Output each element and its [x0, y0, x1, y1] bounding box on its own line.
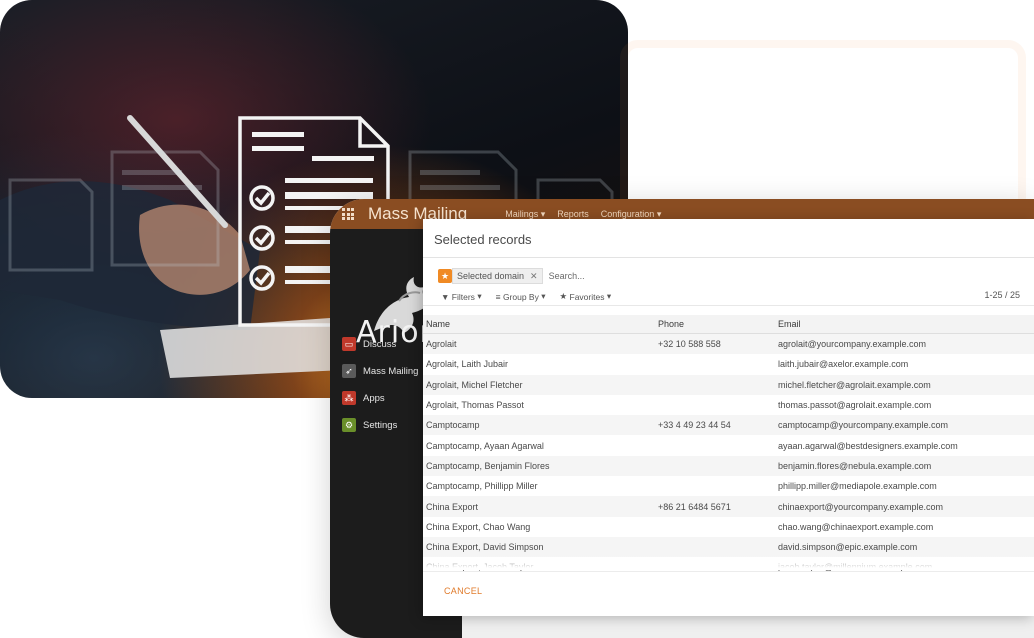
cell-phone	[655, 517, 775, 537]
groupby-dropdown[interactable]: ≡ Group By ▾	[496, 291, 546, 302]
search-bar: ★ Selected domain ✕	[438, 268, 671, 284]
divider	[423, 305, 1034, 306]
dialog-title: Selected records	[434, 232, 532, 247]
cell-email: benjamin.flores@nebula.example.com	[775, 455, 1034, 477]
table-header-row: Name Phone Email	[423, 315, 1034, 334]
cell-email: agrolait@yourcompany.example.com	[775, 333, 1034, 355]
cell-name: Agrolait	[423, 333, 655, 355]
star-icon: ★	[438, 269, 452, 283]
caret-down-icon: ▾	[477, 291, 482, 301]
caret-down-icon: ▾	[541, 291, 546, 301]
sidebar-item-discuss[interactable]: ▭ Discuss	[342, 337, 396, 351]
cell-phone	[655, 395, 775, 415]
table-row[interactable]: Camptocamp, Phillipp Miller phillipp.mill…	[423, 476, 1034, 496]
cell-name: Agrolait, Thomas Passot	[426, 400, 524, 411]
sidebar-item-label: Mass Mailing	[363, 365, 419, 377]
column-header-email[interactable]: Email	[775, 315, 1034, 334]
cell-email: chinaexport@yourcompany.example.com	[775, 496, 1034, 517]
cell-name: Agrolait, Laith Jubair	[426, 359, 509, 370]
sidebar-item-settings[interactable]: ⚙ Settings	[342, 418, 397, 432]
table-row[interactable]: Agrolait, Laith Jubair laith.jubair@axelo…	[423, 354, 1034, 374]
paper-plane-icon: ➶	[342, 364, 356, 378]
filter-toolbar: ▼ Filters ▾ ≡ Group By ▾ ★ Favorites ▾	[441, 291, 625, 302]
star-icon: ★	[559, 291, 568, 301]
cell-email: michel.fletcher@agrolait.example.com	[775, 374, 1034, 395]
cell-phone	[655, 354, 775, 374]
table-row[interactable]: Camptocamp, Benjamin Flores benjamin.flor…	[423, 455, 1034, 477]
selected-records-dialog: Selected records ★ Selected domain ✕ ▼ F…	[423, 219, 1034, 616]
table-row[interactable]: Camptocamp, Ayaan Agarwal ayaan.agarwal@b…	[423, 435, 1034, 455]
gear-icon: ⚙	[342, 418, 356, 432]
sidebar-item-mass-mailing[interactable]: ➶ Mass Mailing	[342, 364, 418, 378]
cell-email: camptocamp@yourcompany.example.com	[775, 415, 1034, 436]
sidebar-item-apps[interactable]: ⁂ Apps	[342, 391, 385, 405]
cell-phone	[655, 455, 775, 477]
cell-email: phillipp.miller@mediapole.example.com	[778, 481, 937, 492]
column-header-name[interactable]: Name	[423, 315, 655, 334]
sidebar-item-label: Apps	[363, 392, 385, 404]
cell-phone	[655, 536, 775, 558]
remove-facet-icon[interactable]: ✕	[530, 271, 538, 282]
menu-mailings[interactable]: Mailings ▾	[505, 209, 545, 220]
table-row[interactable]: Camptocamp +33 4 49 23 44 54 camptocamp@yo…	[423, 415, 1034, 436]
apps-icon: ⁂	[342, 391, 356, 405]
cell-name: Agrolait, Michel Fletcher	[423, 374, 655, 395]
scroll-fade	[423, 556, 1034, 570]
sidebar-item-label: Discuss	[363, 338, 397, 350]
pager-value[interactable]: 1-25 / 25	[984, 290, 1020, 300]
menu-configuration[interactable]: Configuration ▾	[601, 209, 662, 220]
cell-email: thomas.passot@agrolait.example.com	[778, 400, 932, 411]
menu-reports[interactable]: Reports	[557, 209, 589, 219]
cell-email: ayaan.agarwal@bestdesigners.example.com	[778, 440, 958, 451]
cell-phone: +33 4 49 23 44 54	[655, 415, 775, 436]
cell-phone	[655, 435, 775, 455]
cell-phone	[655, 476, 775, 496]
caret-down-icon: ▾	[606, 291, 612, 301]
filters-dropdown[interactable]: ▼ Filters ▾	[441, 291, 482, 302]
list-icon: ≡	[495, 291, 501, 302]
cell-phone: +32 10 588 558	[655, 333, 775, 355]
cell-phone: +86 21 6484 5671	[655, 496, 775, 517]
table-row[interactable]: China Export, Chao Wang chao.wang@chinaex…	[423, 517, 1034, 537]
records-table: Name Phone Email Agrolait +32 10 588 558 a…	[423, 315, 1034, 578]
cell-email: david.simpson@epic.example.com	[775, 536, 1034, 558]
cell-phone	[655, 374, 775, 395]
table-row[interactable]: Agrolait, Michel Fletcher michel.fletcher…	[423, 374, 1034, 395]
table-row[interactable]: China Export, David Simpson david.simpson…	[423, 536, 1034, 558]
search-input[interactable]	[546, 270, 671, 282]
column-header-phone[interactable]: Phone	[655, 315, 775, 334]
cell-name: Camptocamp	[423, 415, 655, 436]
funnel-icon: ▼	[441, 291, 450, 302]
favorites-dropdown[interactable]: ★ Favorites ▾	[560, 291, 612, 302]
cell-name: Camptocamp, Phillipp Miller	[426, 481, 538, 492]
divider	[423, 571, 1034, 572]
cell-email: laith.jubair@axelor.example.com	[778, 359, 909, 370]
sidebar-item-label: Settings	[363, 419, 398, 431]
cell-name: China Export, David Simpson	[423, 536, 655, 558]
chat-icon: ▭	[342, 337, 356, 351]
cell-name: China Export	[423, 496, 655, 517]
app-grid-icon[interactable]	[342, 208, 354, 220]
table-row[interactable]: Agrolait, Thomas Passot thomas.passot@agr…	[423, 395, 1034, 415]
cancel-button[interactable]: CANCEL	[444, 586, 482, 596]
cell-name: China Export, Chao Wang	[426, 521, 531, 532]
cell-name: Camptocamp, Ayaan Agarwal	[426, 440, 544, 451]
search-facet[interactable]: Selected domain ✕	[452, 268, 543, 284]
cell-name: Camptocamp, Benjamin Flores	[423, 455, 655, 477]
cell-email: chao.wang@chinaexport.example.com	[778, 521, 934, 532]
divider	[423, 257, 1034, 258]
table-row[interactable]: Agrolait +32 10 588 558 agrolait@yourcompa…	[423, 333, 1034, 355]
table-row[interactable]: China Export +86 21 6484 5671 chinaexport@…	[423, 496, 1034, 517]
